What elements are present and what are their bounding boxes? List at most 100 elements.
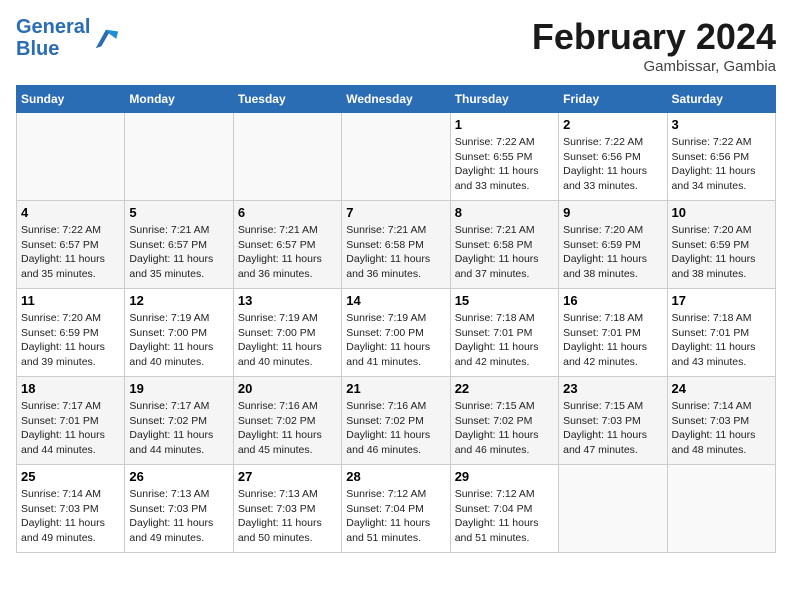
day-info: Sunrise: 7:19 AM Sunset: 7:00 PM Dayligh… <box>346 311 445 370</box>
day-info: Sunrise: 7:17 AM Sunset: 7:01 PM Dayligh… <box>21 399 120 458</box>
day-number: 7 <box>346 205 445 220</box>
day-info: Sunrise: 7:13 AM Sunset: 7:03 PM Dayligh… <box>238 487 337 546</box>
day-info: Sunrise: 7:14 AM Sunset: 7:03 PM Dayligh… <box>672 399 771 458</box>
day-info: Sunrise: 7:19 AM Sunset: 7:00 PM Dayligh… <box>238 311 337 370</box>
day-info: Sunrise: 7:18 AM Sunset: 7:01 PM Dayligh… <box>672 311 771 370</box>
day-number: 16 <box>563 293 662 308</box>
calendar-cell: 18 Sunrise: 7:17 AM Sunset: 7:01 PM Dayli… <box>17 377 125 465</box>
calendar-cell <box>17 113 125 201</box>
day-info: Sunrise: 7:21 AM Sunset: 6:58 PM Dayligh… <box>346 223 445 282</box>
day-info: Sunrise: 7:22 AM Sunset: 6:57 PM Dayligh… <box>21 223 120 282</box>
day-info: Sunrise: 7:21 AM Sunset: 6:57 PM Dayligh… <box>238 223 337 282</box>
weekday-header-tuesday: Tuesday <box>233 86 341 113</box>
calendar-week-1: 1 Sunrise: 7:22 AM Sunset: 6:55 PM Daylig… <box>17 113 776 201</box>
logo-icon <box>92 24 120 52</box>
calendar-cell <box>342 113 450 201</box>
calendar-cell <box>559 465 667 553</box>
weekday-header-row: SundayMondayTuesdayWednesdayThursdayFrid… <box>17 86 776 113</box>
calendar-week-5: 25Sunrise: 7:14 AM Sunset: 7:03 PM Dayli… <box>17 465 776 553</box>
page-header: GeneralBlue February 2024 Gambissar, Gam… <box>16 16 776 75</box>
day-number: 20 <box>238 381 337 396</box>
logo: GeneralBlue <box>16 16 120 60</box>
day-number: 4 <box>21 205 120 220</box>
day-number: 1 <box>455 117 554 132</box>
calendar-cell: 19Sunrise: 7:17 AM Sunset: 7:02 PM Dayli… <box>125 377 233 465</box>
day-number: 26 <box>129 469 228 484</box>
calendar-week-4: 18 Sunrise: 7:17 AM Sunset: 7:01 PM Dayli… <box>17 377 776 465</box>
calendar-week-2: 4 Sunrise: 7:22 AM Sunset: 6:57 PM Daylig… <box>17 201 776 289</box>
day-info: Sunrise: 7:20 AM Sunset: 6:59 PM Dayligh… <box>563 223 662 282</box>
day-info: Sunrise: 7:15 AM Sunset: 7:03 PM Dayligh… <box>563 399 662 458</box>
day-number: 21 <box>346 381 445 396</box>
calendar-cell <box>233 113 341 201</box>
day-number: 18 <box>21 381 120 396</box>
day-number: 14 <box>346 293 445 308</box>
calendar-cell: 26 Sunrise: 7:13 AM Sunset: 7:03 PM Dayli… <box>125 465 233 553</box>
day-info: Sunrise: 7:19 AM Sunset: 7:00 PM Dayligh… <box>129 311 228 370</box>
calendar-cell: 4 Sunrise: 7:22 AM Sunset: 6:57 PM Daylig… <box>17 201 125 289</box>
day-number: 22 <box>455 381 554 396</box>
day-number: 23 <box>563 381 662 396</box>
calendar-cell: 27 Sunrise: 7:13 AM Sunset: 7:03 PM Dayli… <box>233 465 341 553</box>
day-number: 9 <box>563 205 662 220</box>
day-info: Sunrise: 7:22 AM Sunset: 6:56 PM Dayligh… <box>672 135 771 194</box>
day-number: 3 <box>672 117 771 132</box>
day-number: 29 <box>455 469 554 484</box>
calendar-cell: 12 Sunrise: 7:19 AM Sunset: 7:00 PM Dayli… <box>125 289 233 377</box>
calendar-cell: 22 Sunrise: 7:15 AM Sunset: 7:02 PM Dayli… <box>450 377 558 465</box>
day-number: 5 <box>129 205 228 220</box>
calendar-cell: 3 Sunrise: 7:22 AM Sunset: 6:56 PM Daylig… <box>667 113 775 201</box>
calendar-cell: 13 Sunrise: 7:19 AM Sunset: 7:00 PM Dayli… <box>233 289 341 377</box>
calendar-cell: 28Sunrise: 7:12 AM Sunset: 7:04 PM Dayli… <box>342 465 450 553</box>
calendar-cell: 15Sunrise: 7:18 AM Sunset: 7:01 PM Dayli… <box>450 289 558 377</box>
day-info: Sunrise: 7:18 AM Sunset: 7:01 PM Dayligh… <box>563 311 662 370</box>
day-number: 8 <box>455 205 554 220</box>
calendar-table: SundayMondayTuesdayWednesdayThursdayFrid… <box>16 85 776 553</box>
day-info: Sunrise: 7:22 AM Sunset: 6:55 PM Dayligh… <box>455 135 554 194</box>
day-number: 15 <box>455 293 554 308</box>
weekday-header-friday: Friday <box>559 86 667 113</box>
day-number: 6 <box>238 205 337 220</box>
calendar-cell: 24 Sunrise: 7:14 AM Sunset: 7:03 PM Dayli… <box>667 377 775 465</box>
day-info: Sunrise: 7:16 AM Sunset: 7:02 PM Dayligh… <box>346 399 445 458</box>
calendar-cell: 29 Sunrise: 7:12 AM Sunset: 7:04 PM Dayli… <box>450 465 558 553</box>
calendar-cell <box>667 465 775 553</box>
day-info: Sunrise: 7:14 AM Sunset: 7:03 PM Dayligh… <box>21 487 120 546</box>
day-info: Sunrise: 7:15 AM Sunset: 7:02 PM Dayligh… <box>455 399 554 458</box>
day-number: 12 <box>129 293 228 308</box>
day-number: 27 <box>238 469 337 484</box>
day-number: 11 <box>21 293 120 308</box>
calendar-cell: 5Sunrise: 7:21 AM Sunset: 6:57 PM Daylig… <box>125 201 233 289</box>
calendar-cell <box>125 113 233 201</box>
calendar-cell: 2 Sunrise: 7:22 AM Sunset: 6:56 PM Daylig… <box>559 113 667 201</box>
day-number: 13 <box>238 293 337 308</box>
calendar-week-3: 11 Sunrise: 7:20 AM Sunset: 6:59 PM Dayli… <box>17 289 776 377</box>
day-info: Sunrise: 7:20 AM Sunset: 6:59 PM Dayligh… <box>21 311 120 370</box>
day-number: 24 <box>672 381 771 396</box>
calendar-cell: 7 Sunrise: 7:21 AM Sunset: 6:58 PM Daylig… <box>342 201 450 289</box>
day-number: 2 <box>563 117 662 132</box>
day-info: Sunrise: 7:17 AM Sunset: 7:02 PM Dayligh… <box>129 399 228 458</box>
title-block: February 2024 Gambissar, Gambia <box>532 16 776 75</box>
day-info: Sunrise: 7:22 AM Sunset: 6:56 PM Dayligh… <box>563 135 662 194</box>
calendar-cell: 16 Sunrise: 7:18 AM Sunset: 7:01 PM Dayli… <box>559 289 667 377</box>
weekday-header-sunday: Sunday <box>17 86 125 113</box>
location: Gambissar, Gambia <box>532 58 776 75</box>
calendar-cell: 23 Sunrise: 7:15 AM Sunset: 7:03 PM Dayli… <box>559 377 667 465</box>
weekday-header-monday: Monday <box>125 86 233 113</box>
weekday-header-saturday: Saturday <box>667 86 775 113</box>
weekday-header-wednesday: Wednesday <box>342 86 450 113</box>
calendar-cell: 20Sunrise: 7:16 AM Sunset: 7:02 PM Dayli… <box>233 377 341 465</box>
day-info: Sunrise: 7:20 AM Sunset: 6:59 PM Dayligh… <box>672 223 771 282</box>
calendar-cell: 10 Sunrise: 7:20 AM Sunset: 6:59 PM Dayli… <box>667 201 775 289</box>
day-info: Sunrise: 7:13 AM Sunset: 7:03 PM Dayligh… <box>129 487 228 546</box>
calendar-cell: 14 Sunrise: 7:19 AM Sunset: 7:00 PM Dayli… <box>342 289 450 377</box>
day-number: 10 <box>672 205 771 220</box>
calendar-cell: 1 Sunrise: 7:22 AM Sunset: 6:55 PM Daylig… <box>450 113 558 201</box>
calendar-cell: 9 Sunrise: 7:20 AM Sunset: 6:59 PM Daylig… <box>559 201 667 289</box>
day-number: 28 <box>346 469 445 484</box>
calendar-cell: 11 Sunrise: 7:20 AM Sunset: 6:59 PM Dayli… <box>17 289 125 377</box>
day-info: Sunrise: 7:12 AM Sunset: 7:04 PM Dayligh… <box>455 487 554 546</box>
calendar-cell: 8Sunrise: 7:21 AM Sunset: 6:58 PM Daylig… <box>450 201 558 289</box>
calendar-cell: 6 Sunrise: 7:21 AM Sunset: 6:57 PM Daylig… <box>233 201 341 289</box>
